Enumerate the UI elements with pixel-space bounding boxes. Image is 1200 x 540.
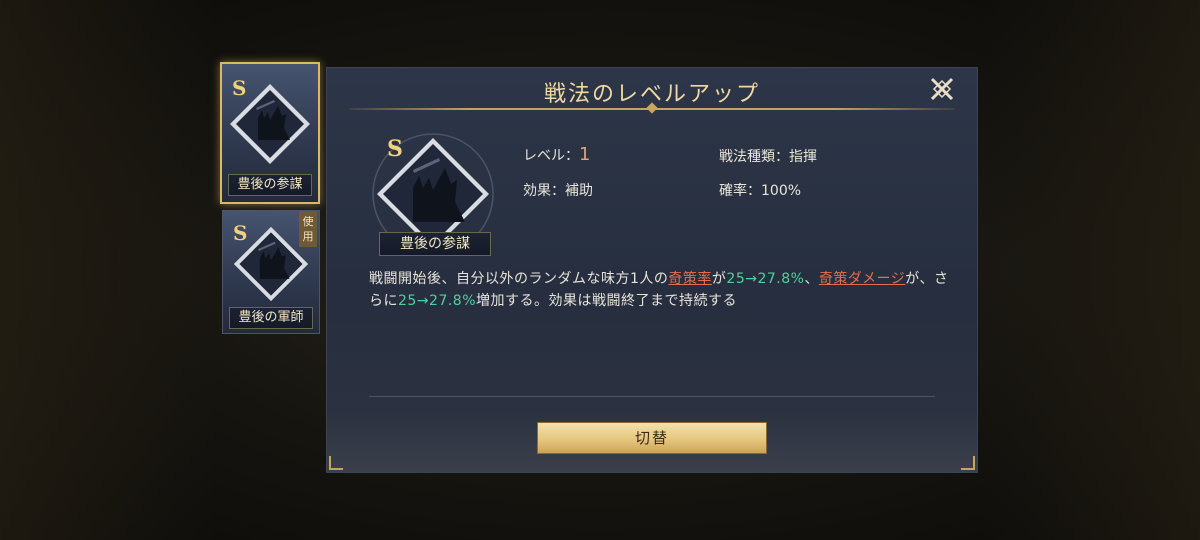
type-value: 指揮	[789, 149, 817, 165]
rate-value: 100%	[761, 183, 802, 199]
type-stat: 戦法種類：指揮	[719, 146, 817, 166]
value-change: 25→27.8%	[726, 271, 805, 287]
corner-ornament	[329, 456, 343, 470]
desc-text: 、	[804, 271, 819, 287]
keyword-link-kisaku-rate[interactable]: 奇策率	[668, 271, 712, 287]
skill-card-label: 豊後の参謀	[228, 174, 312, 196]
rate-stat: 確率：100%	[719, 180, 801, 200]
skill-portrait-icon	[233, 226, 309, 302]
skill-portrait-icon	[230, 84, 310, 164]
title-divider	[349, 108, 955, 110]
skill-description: 戦闘開始後、自分以外のランダムな味方1人の奇策率が25→27.8%、奇策ダメージ…	[369, 268, 949, 312]
effect-stat: 効果：補助	[523, 180, 593, 200]
skill-card-hougo-sanbou[interactable]: S 豊後の参謀	[220, 62, 320, 204]
desc-text: が	[711, 271, 727, 287]
rate-label: 確率：	[719, 183, 761, 199]
skill-name-label: 豊後の参謀	[379, 232, 491, 256]
divider	[369, 396, 935, 397]
value-change: 25→27.8%	[398, 293, 477, 309]
rank-badge: S	[387, 136, 403, 162]
type-label: 戦法種類：	[719, 149, 789, 165]
level-stat: レベル：1	[523, 144, 590, 165]
keyword-link-kisaku-damage[interactable]: 奇策ダメージ	[819, 271, 905, 287]
skill-card-label: 豊後の軍師	[229, 307, 313, 329]
skill-card-hougo-gunshi[interactable]: S 使用 豊後の軍師	[222, 210, 320, 334]
level-label: レベル：	[523, 148, 579, 164]
desc-text: 増加する。効果は戦闘終了まで持続する	[476, 293, 738, 309]
switch-button[interactable]: 切替	[537, 422, 767, 454]
level-value: 1	[579, 144, 591, 165]
effect-label: 効果：	[523, 183, 565, 199]
desc-text: 戦闘開始後、自分以外のランダムな味方1人の	[369, 271, 669, 287]
effect-value: 補助	[565, 183, 593, 199]
corner-ornament	[961, 456, 975, 470]
close-icon[interactable]	[929, 76, 955, 102]
skill-levelup-dialog: 戦法のレベルアップ S 豊後の参謀 レベル：1 効果：補助 戦法種類：指揮 確率…	[326, 67, 978, 473]
